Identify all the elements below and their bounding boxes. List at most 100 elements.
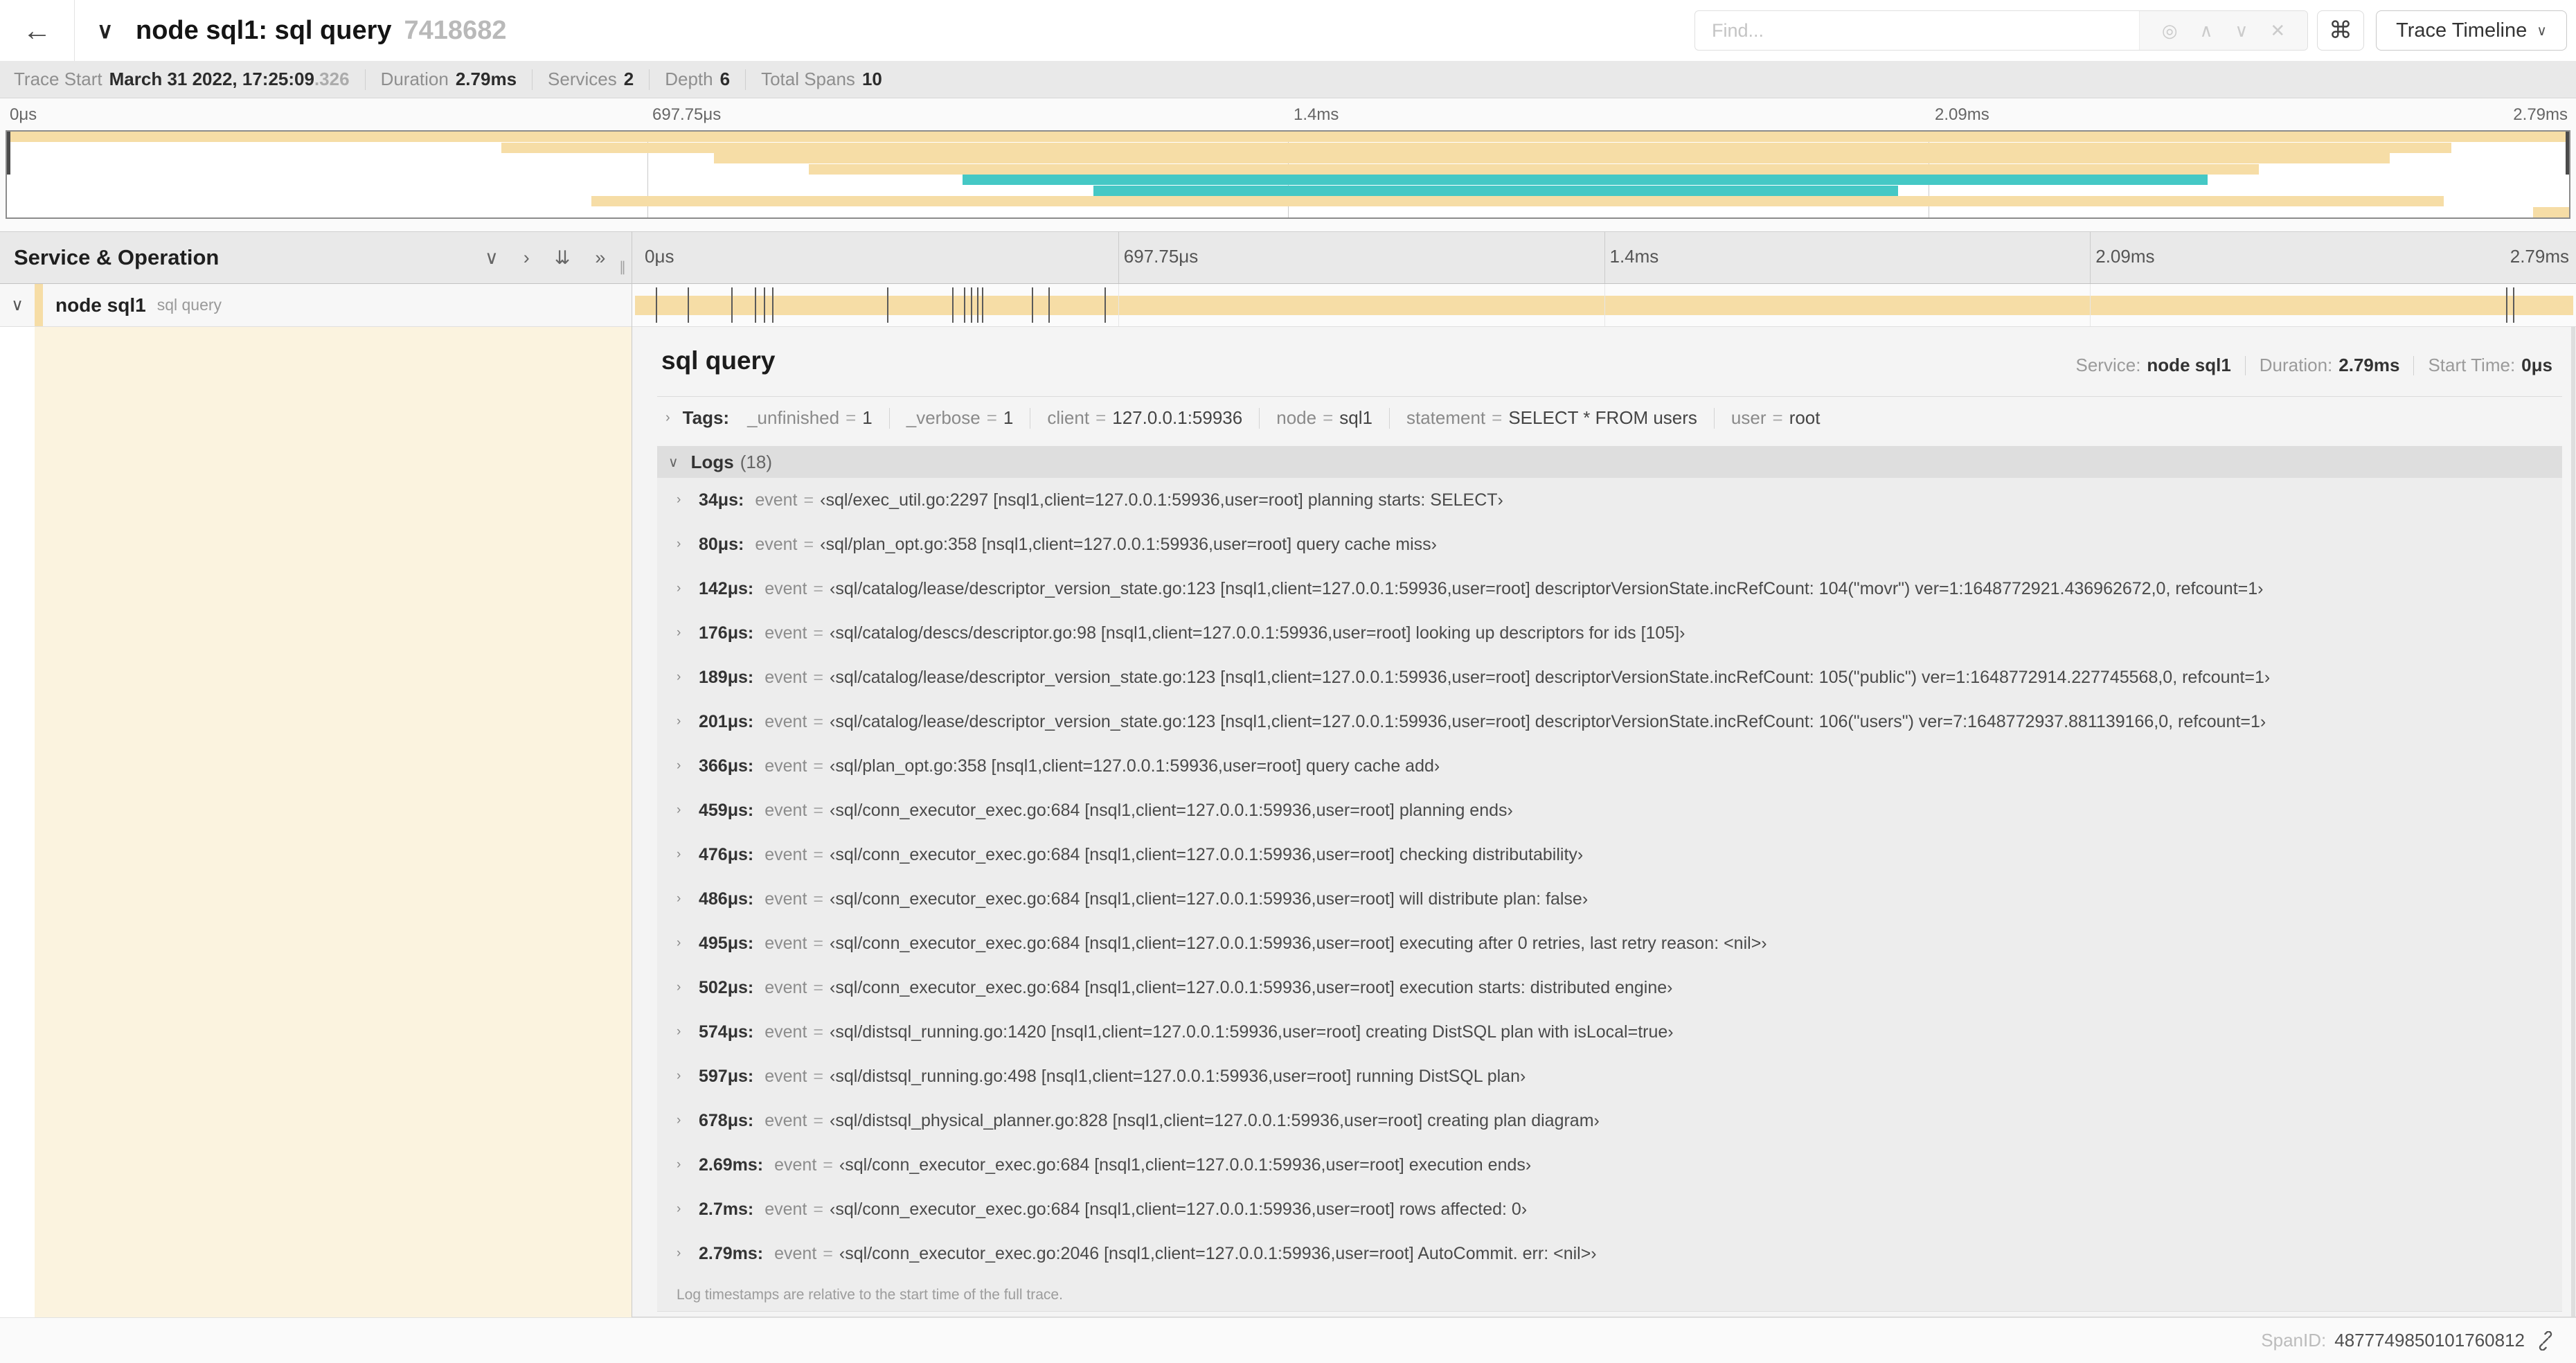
ruler-tick-label: 697.75μs [1123,246,1199,267]
divider [364,69,366,90]
chevron-down-icon: ∨ [668,454,679,470]
log-row[interactable]: › 142μs: event = ‹sql/catalog/lease/descript… [657,567,2562,611]
log-row[interactable]: › 2.79ms: event = ‹sql/conn_executor_exec.go… [657,1231,2562,1276]
minimap-span [2533,206,2569,217]
log-equals: = [823,1155,833,1175]
span-row: ∨ node sql1 sql query [0,284,2576,327]
logs-list: › 34μs: event = ‹sql/exec_util.go:2297 [nsql… [657,478,2562,1312]
log-row[interactable]: › 34μs: event = ‹sql/exec_util.go:2297 [nsql… [657,478,2562,522]
logs-header[interactable]: ∨ Logs (18) [657,446,2562,478]
trace-name: node sql1: sql query [136,15,392,45]
divider [888,407,890,429]
expand-one-icon[interactable]: › [524,247,530,269]
log-row[interactable]: › 678μs: event = ‹sql/distsql_physical_plann… [657,1098,2562,1143]
span-service-name: node sql1 [55,294,146,316]
column-resize-handle[interactable]: ∥ [619,258,626,276]
span-color-stripe [35,284,43,326]
chevron-right-icon: › [677,1202,681,1216]
log-tick-mark [977,287,979,323]
log-equals: = [803,490,814,510]
log-field-value: ‹sql/conn_executor_exec.go:684 [nsql1,cl… [830,1199,1528,1219]
minimap-canvas[interactable] [6,130,2570,219]
log-tick-mark [951,287,954,323]
expand-all-icon[interactable]: » [595,247,605,269]
log-tick-mark [887,287,889,323]
log-row[interactable]: › 597μs: event = ‹sql/distsql_running.go:498… [657,1054,2562,1098]
collapse-one-icon[interactable]: ∨ [485,247,499,269]
top-bar: ← ∨ node sql1: sql query 7418682 ◎ ∧ ∨ ✕… [0,0,2576,61]
find-prev-icon[interactable]: ∧ [2199,20,2212,42]
log-row[interactable]: › 189μs: event = ‹sql/catalog/lease/descript… [657,655,2562,700]
log-field-key: event [764,1066,807,1086]
tag-value: root [1789,407,1821,428]
chevron-right-icon: › [677,936,681,950]
log-row[interactable]: › 486μs: event = ‹sql/conn_executor_exec.go:… [657,877,2562,921]
find-next-icon[interactable]: ∨ [2235,20,2248,42]
locate-icon[interactable]: ◎ [2162,20,2178,42]
log-row[interactable]: › 366μs: event = ‹sql/plan_opt.go:358 [nsql1… [657,744,2562,788]
log-timestamp: 459μs: [699,800,754,820]
span-detail-panel: sql query Service: node sql1 Duration: 2… [632,327,2576,1317]
view-selector-button[interactable]: Trace Timeline ∨ [2376,10,2567,51]
log-row[interactable]: › 2.69ms: event = ‹sql/conn_executor_exec.go… [657,1143,2562,1187]
log-row[interactable]: › 502μs: event = ‹sql/conn_executor_exec.go:… [657,965,2562,1010]
track-gridline [2090,284,2091,326]
log-row[interactable]: › 495μs: event = ‹sql/conn_executor_exec.go:… [657,921,2562,965]
log-row[interactable]: › 80μs: event = ‹sql/plan_opt.go:358 [nsql1,… [657,522,2562,567]
spanid-label: SpanID: [2261,1330,2327,1351]
log-field-value: ‹sql/conn_executor_exec.go:684 [nsql1,cl… [830,800,1513,820]
collapse-all-icon[interactable]: ⇊ [555,247,571,269]
track-gridline [1604,284,1605,326]
tag-value: 1 [1003,407,1014,428]
log-equals: = [803,534,814,554]
chevron-right-icon: › [665,410,670,425]
trace-collapse-toggle[interactable]: ∨ [97,0,113,61]
minimap-span [591,196,2444,206]
link-icon[interactable] [2536,1330,2555,1351]
span-detail-title: sql query [661,346,776,375]
log-row[interactable]: › 201μs: event = ‹sql/catalog/lease/descript… [657,700,2562,744]
chevron-down-icon: ∨ [2537,23,2547,39]
trace-id: 7418682 [404,15,507,45]
tag-key: _unfinished [747,407,840,428]
log-field-value: ‹sql/catalog/lease/descriptor_version_st… [830,578,2264,598]
span-row-track[interactable] [632,284,2576,326]
tags-row[interactable]: › Tags: _unfinished = 1 _verbose = 1 client = 12… [665,407,1821,429]
log-tick-mark [963,287,965,323]
span-row-name[interactable]: ∨ node sql1 sql query [0,284,632,326]
log-field-key: event [764,889,807,909]
tag-key: node [1276,407,1317,428]
duration-label: Duration: [2259,355,2333,375]
log-row[interactable]: › 459μs: event = ‹sql/conn_executor_exec.go:… [657,788,2562,832]
log-row[interactable]: › 176μs: event = ‹sql/catalog/descs/descript… [657,611,2562,655]
chevron-right-icon: › [677,1113,681,1128]
chevron-right-icon: › [677,1024,681,1039]
viewport-scrubber-right[interactable] [2566,132,2569,175]
log-timestamp: 486μs: [699,889,754,909]
summary-label: Duration [380,69,449,89]
ruler-gridline [1118,232,1119,283]
divider [1259,407,1260,429]
keyboard-shortcuts-button[interactable]: ⌘ [2317,10,2364,51]
log-row[interactable]: › 2.7ms: event = ‹sql/conn_executor_exec.go:… [657,1187,2562,1231]
log-row[interactable]: › 476μs: event = ‹sql/conn_executor_exec.go:… [657,832,2562,877]
log-field-key: event [764,844,807,864]
minimap-tick-label: 1.4ms [1294,105,1339,124]
log-timestamp: 142μs: [699,578,754,598]
scrollbar[interactable] [2571,327,2575,1317]
trace-summary: Trace Start March 31 2022, 17:25:09.326 Du… [0,61,2576,98]
minimap-span [1093,185,1898,196]
back-button[interactable]: ← [0,0,75,61]
chevron-right-icon: › [677,891,681,906]
viewport-scrubber-left[interactable] [7,132,10,175]
log-equals: = [813,933,824,953]
log-equals: = [813,1110,824,1130]
ruler-gridline [2090,232,2091,283]
find-clear-icon[interactable]: ✕ [2270,20,2285,42]
log-tick-mark [982,287,984,323]
find-input[interactable] [1695,11,2139,50]
page-title: node sql1: sql query 7418682 [136,0,506,61]
minimap-tick-labels: 0μs 697.75μs 1.4ms 2.09ms 2.79ms [6,98,2570,130]
log-row[interactable]: › 574μs: event = ‹sql/distsql_running.go:142… [657,1010,2562,1054]
log-timestamp: 2.7ms: [699,1199,754,1219]
